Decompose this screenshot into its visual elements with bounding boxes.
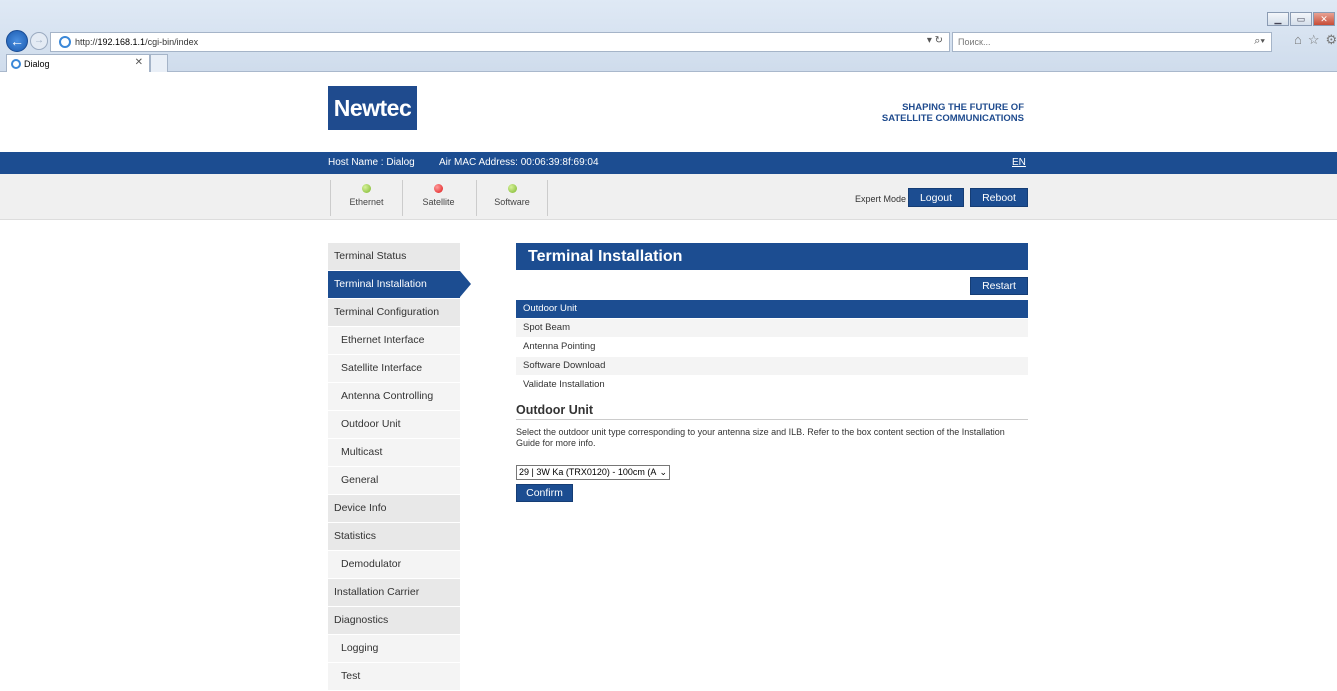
sidebar-item-diagnostics[interactable]: Diagnostics <box>328 607 460 634</box>
logout-button[interactable]: Logout <box>908 188 964 207</box>
chevron-down-icon: ⌄ <box>659 467 667 477</box>
section-description: Select the outdoor unit type correspondi… <box>516 427 1005 448</box>
tagline: SHAPING THE FUTURE OF SATELLITE COMMUNIC… <box>881 102 1024 124</box>
satellite-status-led-icon <box>434 184 443 193</box>
sidebar-item-logging[interactable]: Logging <box>328 635 460 662</box>
sidebar-item-installation-carrier[interactable]: Installation Carrier <box>328 579 460 606</box>
installation-steps: Outdoor Unit Spot Beam Antenna Pointing … <box>516 300 1028 395</box>
software-status-led-icon <box>507 184 517 193</box>
forward-arrow-icon[interactable]: → <box>30 32 48 50</box>
search-input[interactable]: Поиск... ⌕▾ <box>952 32 1272 52</box>
search-icon[interactable]: ⌕▾ <box>1254 35 1265 48</box>
sidebar-item-statistics[interactable]: Statistics <box>328 523 460 550</box>
sidebar-item-terminal-installation[interactable]: Terminal Installation <box>328 271 471 298</box>
step-software-download[interactable]: Software Download <box>516 357 1028 375</box>
step-outdoor-unit[interactable]: Outdoor Unit <box>516 300 1028 318</box>
host-name: Host Name : Dialog <box>328 157 415 168</box>
outdoor-unit-select[interactable]: 29 | 3W Ka (TRX0120) - 100cm (A ⌄ <box>516 465 670 480</box>
ethernet-indicator: Ethernet <box>330 180 402 216</box>
sidebar-item-multicast[interactable]: Multicast <box>328 439 460 466</box>
back-arrow-icon[interactable]: ← <box>6 30 28 52</box>
settings-gear-icon[interactable]: ⚙ <box>1326 32 1337 48</box>
address-bar[interactable]: http://192.168.1.1/cgi-bin/index ▾ ↻ <box>50 32 950 52</box>
sidebar-item-antenna-controlling[interactable]: Antenna Controlling <box>328 383 460 410</box>
software-indicator: Software <box>476 180 548 216</box>
maximize-icon[interactable]: ▭ <box>1290 12 1312 26</box>
sidebar-item-demodulator[interactable]: Demodulator <box>328 551 460 578</box>
section-title: Outdoor Unit <box>516 403 1028 420</box>
sidebar-item-outdoor-unit[interactable]: Outdoor Unit <box>328 411 460 438</box>
sidebar-item-ethernet-interface[interactable]: Ethernet Interface <box>328 327 460 354</box>
browser-tab[interactable]: Dialog ✕ <box>6 54 150 72</box>
sidebar-nav: Terminal Status Terminal Installation Te… <box>328 243 471 691</box>
sidebar-item-test[interactable]: Test <box>328 663 460 690</box>
close-window-icon[interactable]: ✕ <box>1313 12 1335 26</box>
ie-icon <box>59 36 71 48</box>
window-controls: ▁ ▭ ✕ <box>1267 12 1335 26</box>
sidebar-item-device-info[interactable]: Device Info <box>328 495 460 522</box>
minimize-icon[interactable]: ▁ <box>1267 12 1289 26</box>
new-tab-button[interactable] <box>150 54 168 72</box>
address-url: http://192.168.1.1/cgi-bin/index <box>75 37 199 47</box>
newtec-logo: Newtec <box>328 86 417 130</box>
page-title: Terminal Installation <box>516 243 1028 270</box>
ie-icon <box>11 58 21 69</box>
refresh-icon[interactable]: ▾ ↻ <box>927 35 943 46</box>
home-icon[interactable]: ⌂ <box>1294 32 1302 48</box>
sidebar-item-terminal-status[interactable]: Terminal Status <box>328 243 460 270</box>
sidebar-item-satellite-interface[interactable]: Satellite Interface <box>328 355 460 382</box>
reboot-button[interactable]: Reboot <box>970 188 1028 207</box>
mac-address: Air MAC Address: 00:06:39:8f:69:04 <box>439 157 599 168</box>
step-antenna-pointing[interactable]: Antenna Pointing <box>516 338 1028 356</box>
toolbar-icons: ⌂ ☆ ⚙ <box>1294 32 1337 48</box>
sidebar-item-terminal-configuration[interactable]: Terminal Configuration <box>328 299 460 326</box>
expert-mode-label[interactable]: Expert Mode <box>855 194 906 204</box>
step-spot-beam[interactable]: Spot Beam <box>516 319 1028 337</box>
outdoor-unit-select-value: 29 | 3W Ka (TRX0120) - 100cm (A <box>519 467 657 477</box>
host-bar: Host Name : Dialog Air MAC Address: 00:0… <box>0 152 1337 174</box>
ethernet-status-led-icon <box>362 184 371 193</box>
status-bar: Ethernet Satellite Software <box>0 174 1337 220</box>
sidebar-item-general[interactable]: General <box>328 467 460 494</box>
browser-chrome: ▁ ▭ ✕ ← → http://192.168.1.1/cgi-bin/ind… <box>0 0 1337 72</box>
tab-title: Dialog <box>24 58 50 69</box>
tab-close-icon[interactable]: ✕ <box>135 57 143 68</box>
restart-button[interactable]: Restart <box>970 277 1028 295</box>
confirm-button[interactable]: Confirm <box>516 484 573 502</box>
step-validate-installation[interactable]: Validate Installation <box>516 376 1028 394</box>
favorites-star-icon[interactable]: ☆ <box>1308 32 1320 48</box>
language-link[interactable]: EN <box>1012 157 1026 168</box>
satellite-indicator: Satellite <box>402 180 474 216</box>
search-placeholder: Поиск... <box>958 37 991 47</box>
